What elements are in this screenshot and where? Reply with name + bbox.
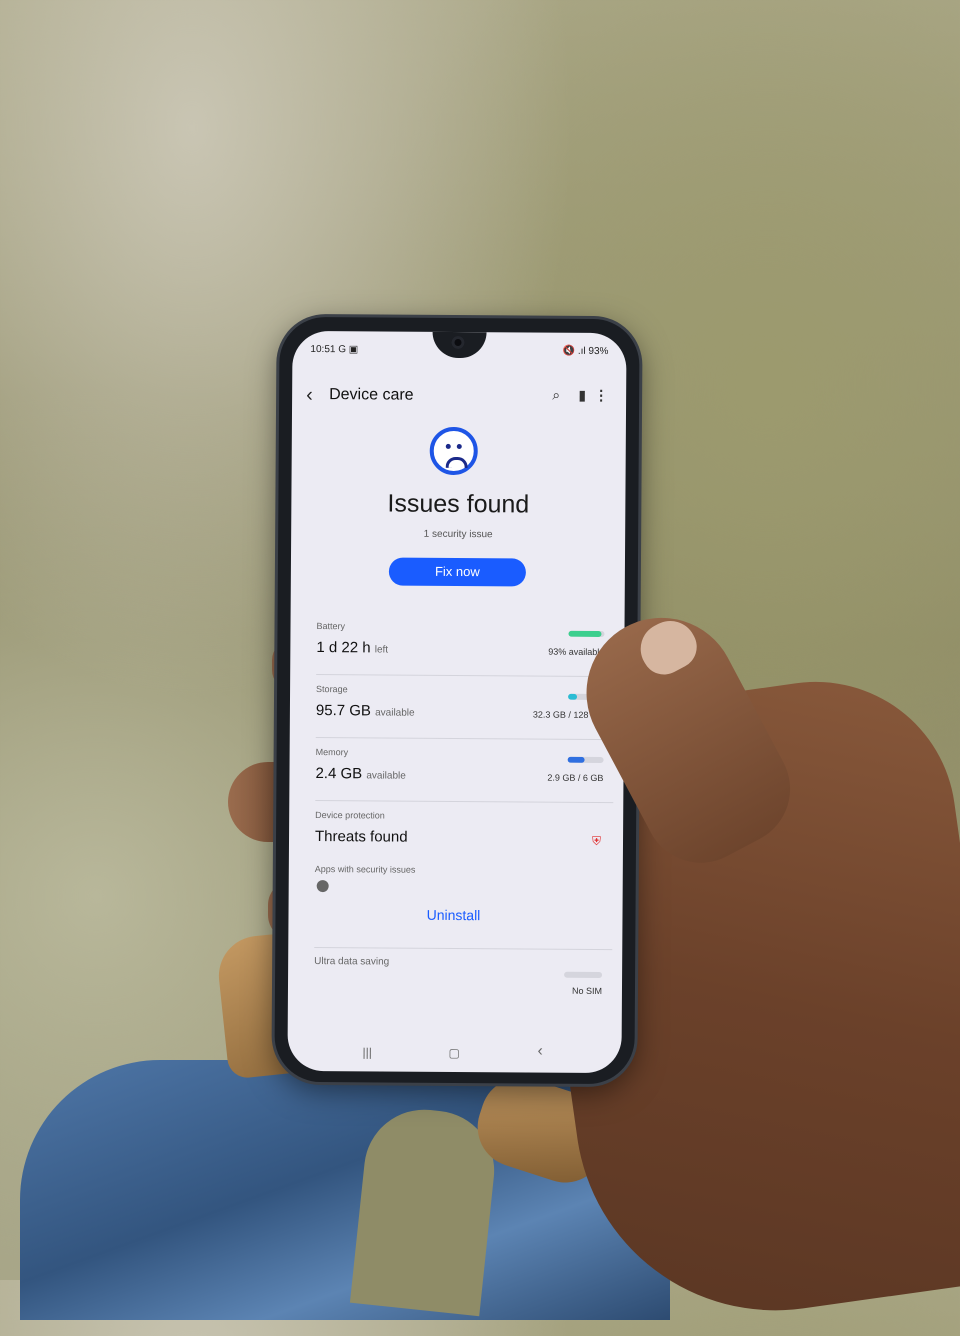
status-time: 10:51 xyxy=(310,343,336,356)
page-title: Device care xyxy=(329,386,414,404)
apps-issue-label: Apps with security issues xyxy=(314,864,416,875)
sad-face-icon xyxy=(429,426,478,476)
recents-icon[interactable]: ||| xyxy=(362,1045,371,1059)
protection-label: Device protection xyxy=(315,810,385,821)
fix-now-button[interactable]: Fix now xyxy=(388,557,526,587)
status-subtitle: 1 security issue xyxy=(423,528,493,541)
battery-value: 1 d 22 h left xyxy=(316,639,389,657)
data-saving-label: Ultra data saving xyxy=(314,956,390,968)
memory-bar xyxy=(567,756,604,764)
phone: 10:51 G ▣ 🔇 .ıl 93% ‹ Device care ⌕ ▮ ⋮ … xyxy=(274,316,640,1085)
status-bar: 10:51 G ▣ 🔇 .ıl 93% xyxy=(310,344,608,362)
navigation-bar: ||| ▢ ‹ xyxy=(287,1043,621,1065)
search-icon[interactable]: ⌕ xyxy=(552,387,560,404)
memory-detail: 2.9 GB / 6 GB xyxy=(547,772,604,784)
stats-icon[interactable]: ▮ xyxy=(578,387,586,404)
device-protection-card[interactable]: Device protection Threats found ⛨ Apps w… xyxy=(300,810,607,952)
status-left: 10:51 G ▣ xyxy=(310,344,358,355)
status-headline: Issues found xyxy=(387,489,530,519)
phone-screen: 10:51 G ▣ 🔇 .ıl 93% ‹ Device care ⌕ ▮ ⋮ … xyxy=(287,330,627,1074)
signal-icons: 🔇 .ıl xyxy=(562,345,586,357)
shield-alert-icon: ⛨ xyxy=(591,833,602,849)
status-left-icons: G ▣ xyxy=(338,344,359,356)
storage-value: 95.7 GB available xyxy=(315,702,415,720)
data-saving-bar xyxy=(564,971,603,979)
storage-label: Storage xyxy=(316,684,348,695)
back-icon[interactable]: ‹ xyxy=(537,1043,542,1061)
battery-label: Battery xyxy=(316,621,346,632)
status-right: 🔇 .ıl 93% xyxy=(563,346,609,357)
back-arrow-icon[interactable]: ‹ xyxy=(306,384,313,406)
memory-label: Memory xyxy=(315,747,349,758)
flagged-app-icon[interactable] xyxy=(316,880,329,893)
app-bar: ‹ Device care ⌕ ▮ ⋮ xyxy=(306,383,612,413)
more-options-icon[interactable]: ⋮ xyxy=(594,387,608,404)
battery-bar xyxy=(568,630,605,638)
uninstall-button[interactable]: Uninstall xyxy=(300,906,606,924)
battery-percent: 93% xyxy=(588,345,609,358)
data-saving-card[interactable]: Ultra data saving No SIM xyxy=(300,956,606,1008)
memory-value: 2.4 GB available xyxy=(315,765,406,783)
home-icon[interactable]: ▢ xyxy=(448,1046,459,1060)
protection-value: Threats found xyxy=(314,828,408,846)
data-saving-detail: No SIM xyxy=(571,985,603,997)
